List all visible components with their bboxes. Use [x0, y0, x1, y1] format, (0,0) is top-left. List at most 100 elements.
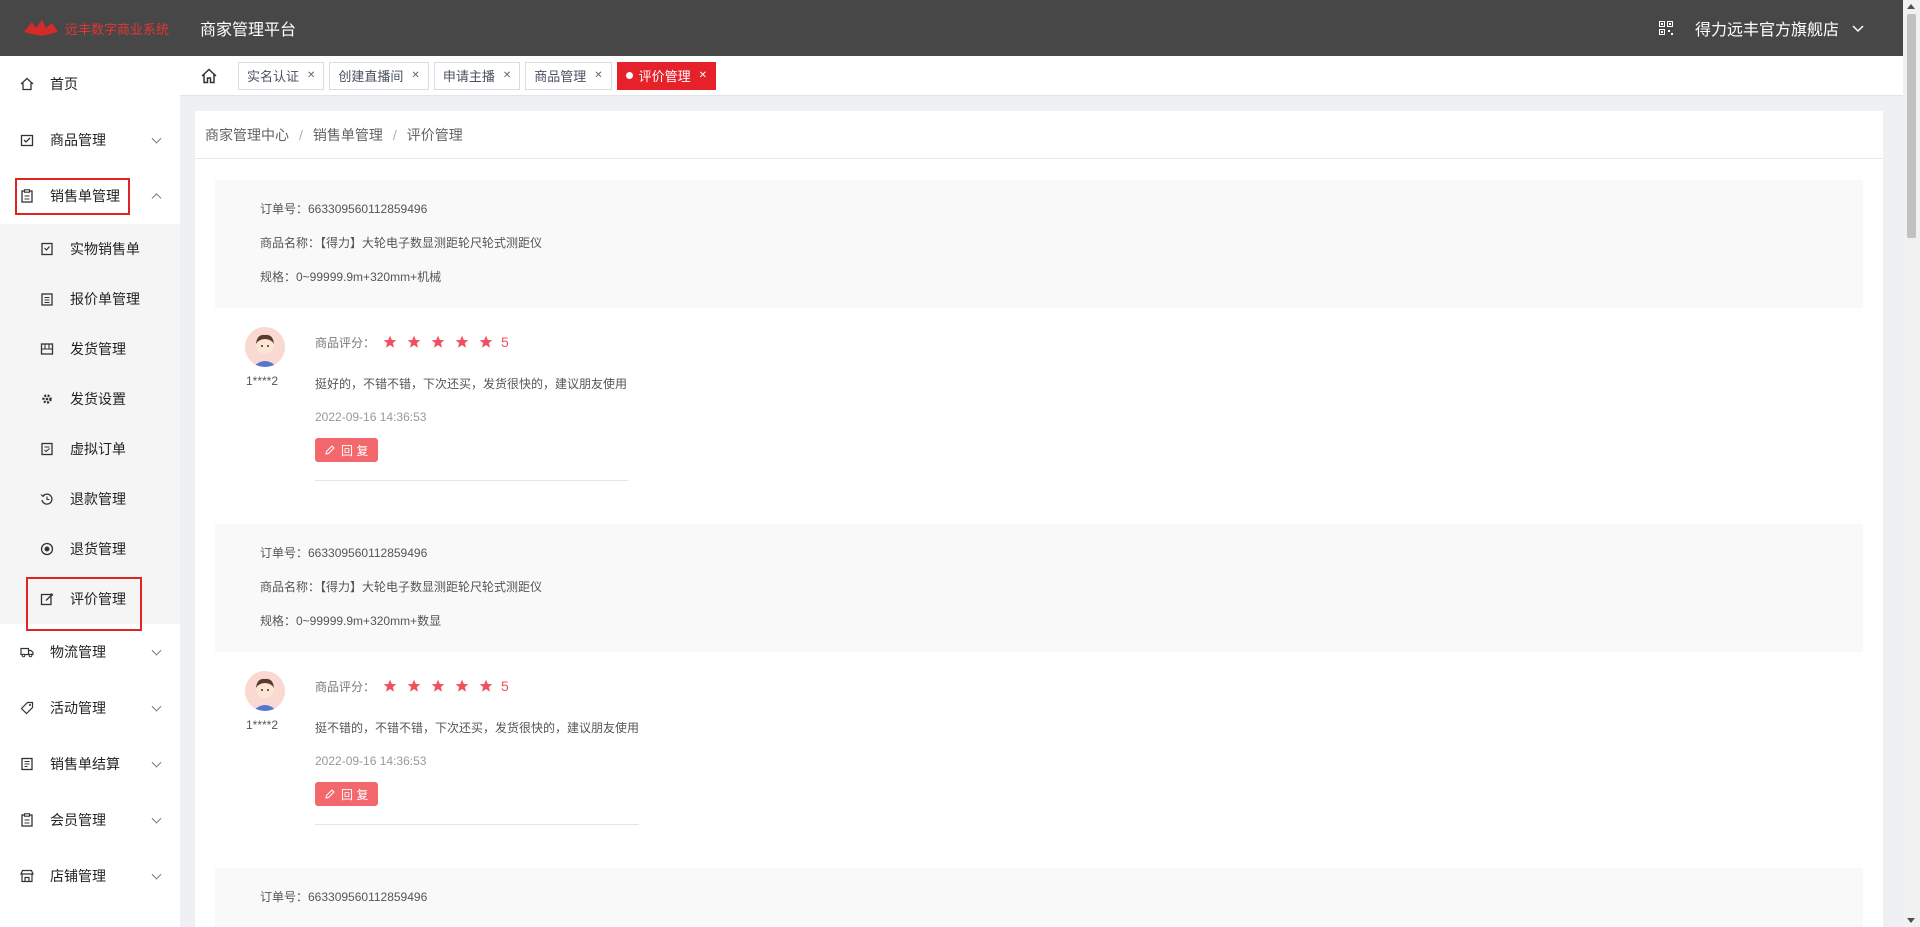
- close-icon[interactable]: ✕: [594, 70, 602, 81]
- rating-row: 商品评分： 5: [315, 674, 639, 698]
- sidebar-item-activities[interactable]: 活动管理: [0, 680, 180, 736]
- tab-create-live-room[interactable]: 创建直播间 ✕: [329, 61, 429, 90]
- sidebar-item-returns[interactable]: 退货管理: [0, 524, 180, 574]
- logo-icon: [24, 20, 58, 36]
- close-icon[interactable]: ✕: [503, 70, 511, 81]
- sidebar-item-store[interactable]: 店铺管理: [0, 848, 180, 904]
- sidebar-item-label: 商品管理: [50, 132, 106, 148]
- product-name: 商品名称：【得力】大轮电子数显测距轮尺轮式测距仪: [260, 236, 543, 250]
- breadcrumb: 商家管理中心 / 销售单管理 / 评价管理: [195, 111, 1883, 159]
- star-icon: [383, 679, 397, 692]
- sidebar-item-label: 首页: [50, 76, 78, 92]
- order-number: 订单号：663309560112859496: [260, 546, 428, 560]
- breadcrumb-item: 评价管理: [406, 126, 463, 143]
- sidebar-item-shipping-settings[interactable]: 发货设置: [0, 374, 180, 424]
- vertical-scrollbar[interactable]: [1903, 0, 1920, 927]
- star-icon: [431, 679, 445, 692]
- star-icon: [407, 679, 421, 692]
- sidebar-item-label: 物流管理: [50, 644, 106, 660]
- sidebar-item-logistics[interactable]: 物流管理: [0, 624, 180, 680]
- highlight-box-reviews: [26, 577, 142, 631]
- sidebar-item-settlement[interactable]: 销售单结算: [0, 736, 180, 792]
- logo[interactable]: 远丰数字商业系统: [22, 18, 200, 38]
- sub-item-label: 退款管理: [70, 491, 126, 507]
- sidebar-item-label: 销售单结算: [50, 756, 120, 772]
- store-name[interactable]: 得力远丰官方旗舰店: [1695, 16, 1839, 40]
- chevron-down-icon: [151, 757, 162, 768]
- sidebar-item-home[interactable]: 首页: [0, 56, 180, 112]
- edit-icon: [325, 445, 335, 455]
- return-icon: [40, 542, 54, 556]
- rating-score: 5: [501, 334, 509, 350]
- tab-label: 创建直播间: [338, 69, 404, 84]
- scrollbar-thumb[interactable]: [1907, 14, 1916, 238]
- chevron-down-icon[interactable]: [1851, 21, 1865, 35]
- reply-label: 回 复: [341, 787, 369, 802]
- home-icon[interactable]: [200, 67, 218, 85]
- sales-orders-submenu: 实物销售单 报价单管理 发货管理 发货设置 虚拟订单 退款管理 退货管理 评价管…: [0, 224, 180, 624]
- review-item: 1****2 商品评分： 5 挺好的，不错不错，下次还买，发货很快的，建议朋友使…: [215, 308, 1863, 524]
- logo-text: 远丰数字商业系统: [65, 21, 170, 37]
- qrcode-icon[interactable]: [1658, 21, 1673, 35]
- chevron-down-icon: [151, 133, 162, 144]
- reply-button[interactable]: 回 复: [315, 438, 379, 462]
- sub-item-label: 实物销售单: [70, 241, 140, 257]
- reply-label: 回 复: [341, 443, 369, 458]
- tab-label: 商品管理: [534, 69, 587, 84]
- avatar: [245, 327, 285, 367]
- review-time: 2022-09-16 14:36:53: [315, 754, 427, 768]
- active-dot: [625, 72, 633, 79]
- scroll-up-arrow-icon[interactable]: [1907, 4, 1915, 9]
- scroll-down-arrow-icon[interactable]: [1907, 918, 1915, 923]
- rating-row: 商品评分： 5: [315, 330, 628, 354]
- reply-button[interactable]: 回 复: [315, 782, 379, 806]
- tab-reviews[interactable]: 评价管理 ✕: [616, 61, 717, 90]
- star-icon: [479, 335, 493, 348]
- sidebar-item-refunds[interactable]: 退款管理: [0, 474, 180, 524]
- breadcrumb-item[interactable]: 商家管理中心: [205, 125, 289, 145]
- truck-icon: [20, 647, 34, 658]
- tab-label: 评价管理: [638, 69, 691, 84]
- sidebar-item-goods[interactable]: 商品管理: [0, 112, 180, 168]
- review-content: 挺不错的，不错不错，下次还买，发货很快的，建议朋友使用: [315, 721, 640, 735]
- rating-score: 5: [501, 678, 509, 694]
- virtual-order-icon: [41, 442, 53, 456]
- product-spec: 规格：0~99999.9m+320mm+数显: [260, 614, 442, 628]
- close-icon[interactable]: ✕: [699, 70, 707, 81]
- review-content: 挺好的，不错不错，下次还买，发货很快的，建议朋友使用: [315, 377, 628, 391]
- star-icon: [383, 335, 397, 348]
- sub-item-label: 虚拟订单: [70, 441, 126, 457]
- package-icon: [40, 343, 54, 355]
- chevron-down-icon: [151, 813, 162, 824]
- rating-label: 商品评分：: [315, 679, 376, 694]
- sidebar-item-physical-orders[interactable]: 实物销售单: [0, 224, 180, 274]
- sidebar-item-quotes[interactable]: 报价单管理: [0, 274, 180, 324]
- sidebar-item-label: 店铺管理: [50, 868, 106, 884]
- tab-label: 申请主播: [442, 69, 495, 84]
- sidebar-item-virtual-orders[interactable]: 虚拟订单: [0, 424, 180, 474]
- breadcrumb-separator: /: [392, 126, 397, 143]
- tab-goods[interactable]: 商品管理 ✕: [525, 61, 612, 90]
- avatar-icon: [245, 327, 285, 367]
- star-icon: [431, 335, 445, 348]
- breadcrumb-item[interactable]: 销售单管理: [313, 125, 383, 145]
- member-icon: [21, 813, 33, 827]
- close-icon[interactable]: ✕: [307, 70, 315, 81]
- sidebar-item-shipping[interactable]: 发货管理: [0, 324, 180, 374]
- home-icon: [20, 77, 34, 91]
- product-spec: 规格：0~99999.9m+320mm+机械: [260, 270, 442, 284]
- reviewer-name: 1****2: [246, 374, 279, 388]
- top-header: 远丰数字商业系统 商家管理平台 得力远丰官方旗舰店: [0, 0, 1903, 56]
- divider: [315, 824, 639, 825]
- sidebar-item-members[interactable]: 会员管理: [0, 792, 180, 848]
- tab-apply-anchor[interactable]: 申请主播 ✕: [433, 61, 521, 90]
- tab-real-name[interactable]: 实名认证 ✕: [238, 61, 325, 90]
- chevron-down-icon: [151, 645, 162, 656]
- star-icon: [407, 335, 421, 348]
- reviewer-name: 1****2: [246, 718, 279, 732]
- breadcrumb-separator: /: [299, 126, 303, 143]
- chevron-down-icon: [151, 869, 162, 880]
- review-item: 1****2 商品评分： 5 挺不错的，不错不错，下次还买，发货很快的，建议朋友…: [215, 652, 1863, 868]
- tab-label: 实名认证: [247, 69, 300, 84]
- close-icon[interactable]: ✕: [411, 70, 419, 81]
